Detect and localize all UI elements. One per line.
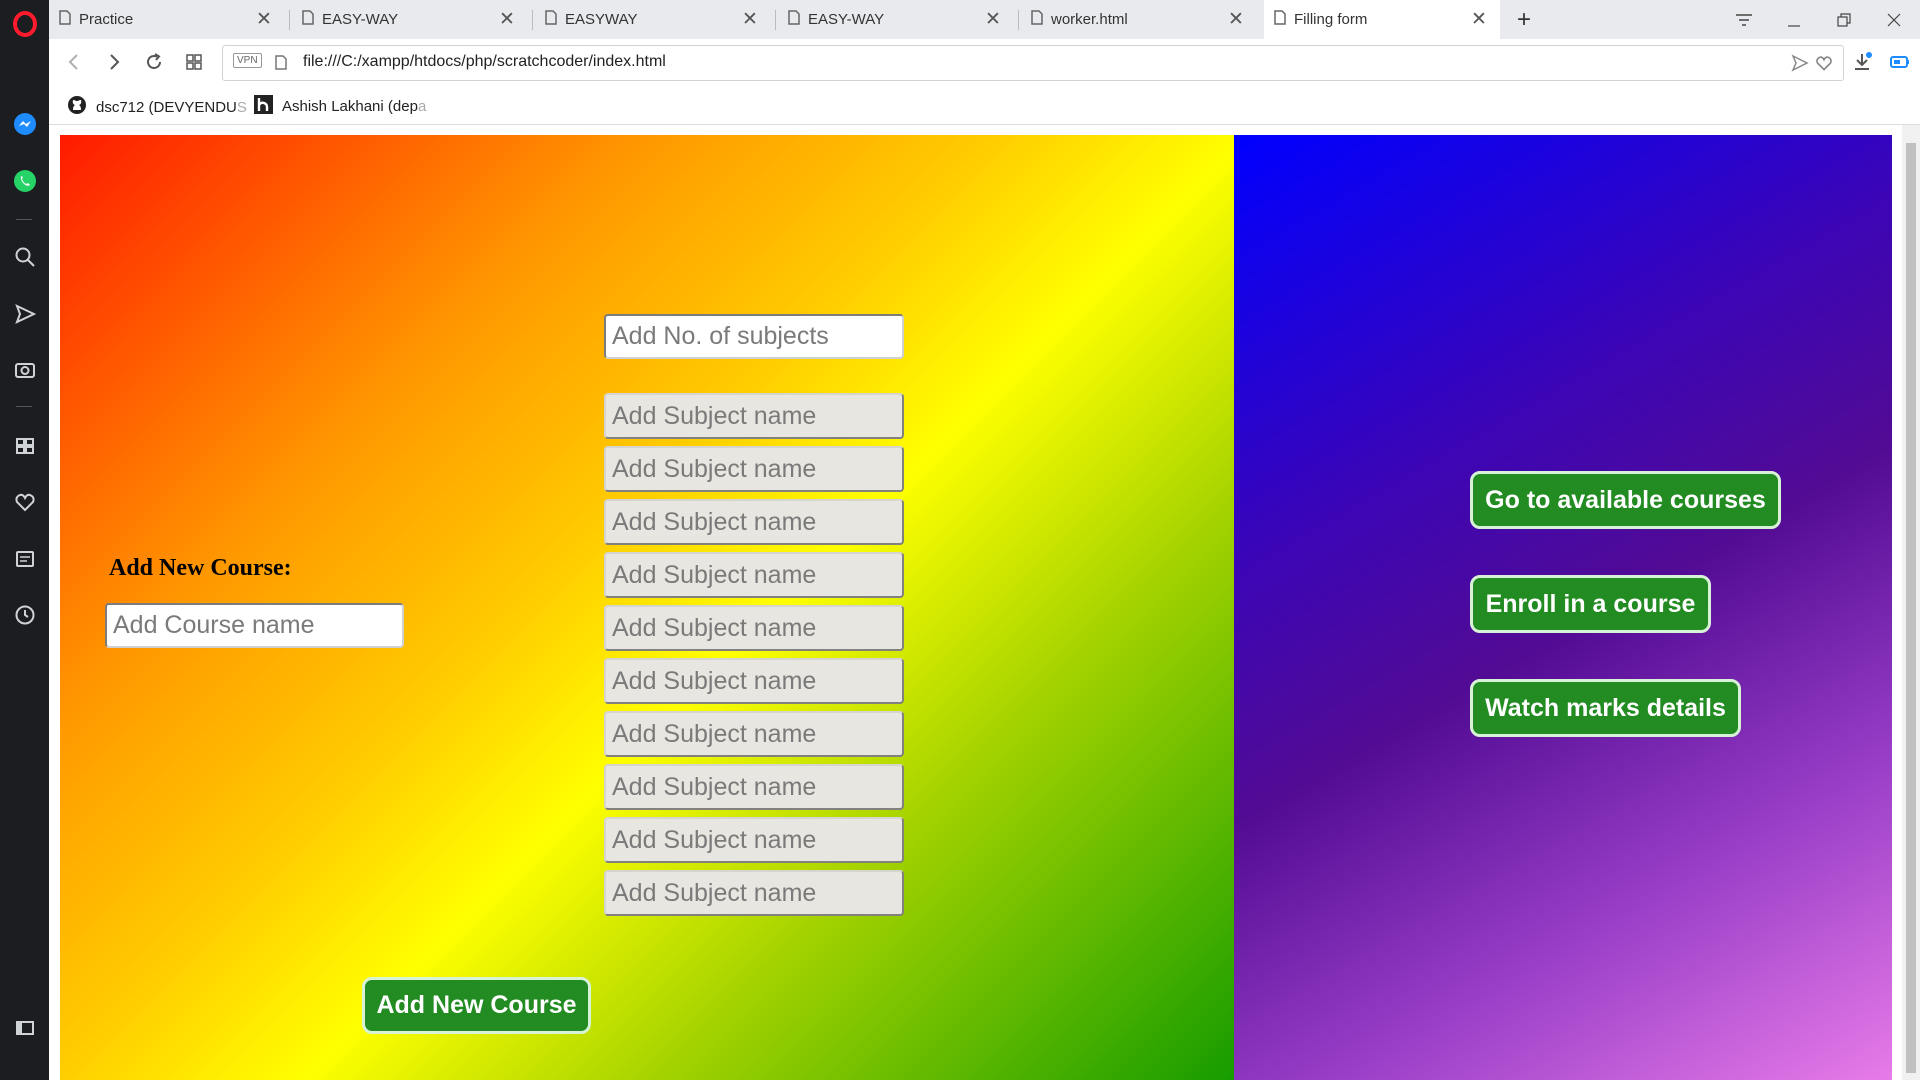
tab-easy-way-2[interactable]: EASY-WAY ✕ bbox=[778, 0, 1014, 39]
close-icon[interactable]: ✕ bbox=[1468, 8, 1490, 31]
send-page-icon[interactable] bbox=[1791, 54, 1809, 77]
battery-saver-icon[interactable] bbox=[1885, 47, 1915, 77]
tab-title: EASYWAY bbox=[565, 11, 638, 28]
page-scrollbar[interactable] bbox=[1902, 125, 1920, 1080]
subject-name-input[interactable] bbox=[604, 658, 904, 704]
document-icon bbox=[545, 10, 557, 29]
watch-marks-button[interactable]: Watch marks details bbox=[1470, 679, 1741, 737]
news-icon[interactable] bbox=[12, 546, 38, 572]
tab-easy-way[interactable]: EASY-WAY ✕ bbox=[292, 0, 528, 39]
subject-name-input[interactable] bbox=[604, 870, 904, 916]
add-new-course-button[interactable]: Add New Course bbox=[362, 977, 591, 1034]
close-icon[interactable]: ✕ bbox=[496, 8, 518, 31]
tab-bar: Practice ✕ EASY-WAY ✕ EASYWAY ✕ EASY-WAY… bbox=[49, 0, 1920, 39]
bookmark-heart-icon[interactable] bbox=[1815, 54, 1833, 77]
subject-name-input[interactable] bbox=[604, 764, 904, 810]
bookmark-label: dsc712 (DEVYENDU bbox=[96, 98, 237, 116]
tab-title: Filling form bbox=[1294, 11, 1368, 28]
subject-name-input[interactable] bbox=[604, 446, 904, 492]
minimize-icon[interactable] bbox=[1774, 0, 1814, 39]
document-icon bbox=[302, 10, 314, 29]
tab-separator bbox=[532, 10, 533, 30]
page-viewport: Add New Course: Add New Course Go to ava… bbox=[49, 125, 1920, 1080]
sidebar-toggle-icon[interactable] bbox=[12, 1015, 38, 1041]
reload-icon[interactable] bbox=[139, 47, 169, 77]
tab-practice[interactable]: Practice ✕ bbox=[49, 0, 285, 39]
tab-title: Practice bbox=[79, 11, 134, 28]
subject-name-input[interactable] bbox=[604, 393, 904, 439]
speed-dial-icon[interactable] bbox=[12, 433, 38, 459]
subject-name-input[interactable] bbox=[604, 817, 904, 863]
url-field[interactable]: VPN file:///C:/xampp/htdocs/php/scratchc… bbox=[222, 45, 1844, 81]
search-icon[interactable] bbox=[12, 244, 38, 270]
bookmark-ashish[interactable]: Ashish Lakhani (dep a bbox=[254, 95, 426, 118]
opera-sidebar bbox=[0, 0, 49, 1080]
tabs-grid-icon[interactable] bbox=[179, 47, 209, 77]
subjects-count-input[interactable] bbox=[604, 314, 904, 359]
download-icon[interactable] bbox=[1847, 47, 1877, 77]
vpn-badge[interactable]: VPN bbox=[233, 53, 262, 68]
heart-icon[interactable] bbox=[12, 489, 38, 515]
back-icon[interactable] bbox=[59, 47, 89, 77]
tab-filling-form[interactable]: Filling form ✕ bbox=[1264, 0, 1500, 39]
close-icon[interactable]: ✕ bbox=[253, 8, 275, 31]
messenger-icon[interactable] bbox=[12, 111, 38, 137]
bookmark-label: Ashish Lakhani (dep bbox=[282, 98, 418, 115]
document-icon bbox=[1031, 10, 1043, 29]
sidebar-separator bbox=[16, 219, 32, 220]
sidebar-separator bbox=[16, 406, 32, 407]
tab-separator bbox=[1018, 10, 1019, 30]
whatsapp-icon[interactable] bbox=[12, 168, 38, 194]
tab-separator bbox=[775, 10, 776, 30]
file-icon bbox=[275, 55, 287, 75]
camera-icon[interactable] bbox=[12, 356, 38, 382]
subject-name-input[interactable] bbox=[604, 711, 904, 757]
send-icon[interactable] bbox=[12, 301, 38, 327]
enroll-course-button[interactable]: Enroll in a course bbox=[1470, 575, 1711, 633]
opera-logo-icon[interactable] bbox=[12, 11, 38, 37]
actions-panel: Go to available courses Enroll in a cour… bbox=[1234, 135, 1892, 1080]
scrollbar-thumb[interactable] bbox=[1906, 143, 1916, 1073]
github-icon bbox=[67, 95, 87, 119]
tab-title: worker.html bbox=[1051, 11, 1128, 28]
document-icon bbox=[1274, 10, 1286, 29]
subject-name-input[interactable] bbox=[604, 552, 904, 598]
tab-separator bbox=[289, 10, 290, 30]
new-tab-plus-icon[interactable]: + bbox=[1504, 0, 1544, 39]
close-icon[interactable]: ✕ bbox=[739, 8, 761, 31]
add-course-panel: Add New Course: Add New Course bbox=[60, 135, 1234, 1080]
address-bar-row: VPN file:///C:/xampp/htdocs/php/scratchc… bbox=[49, 39, 1920, 86]
subject-name-input[interactable] bbox=[604, 499, 904, 545]
window-close-icon[interactable] bbox=[1874, 0, 1914, 39]
tab-title: EASY-WAY bbox=[322, 11, 399, 28]
bookmark-label-fade: a bbox=[417, 98, 427, 115]
bookmark-label-fade: S bbox=[236, 98, 247, 116]
forward-icon[interactable] bbox=[99, 47, 129, 77]
bookmarks-bar: dsc712 (DEVYENDU S Ashish Lakhani (dep a bbox=[49, 86, 1920, 125]
restore-icon[interactable] bbox=[1824, 0, 1864, 39]
close-icon[interactable]: ✕ bbox=[982, 8, 1004, 31]
url-text: file:///C:/xampp/htdocs/php/scratchcoder… bbox=[303, 53, 666, 70]
close-icon[interactable]: ✕ bbox=[1225, 8, 1247, 31]
bookmark-dsc712[interactable]: dsc712 (DEVYENDU S bbox=[67, 95, 247, 119]
tab-title: EASY-WAY bbox=[808, 11, 885, 28]
document-icon bbox=[788, 10, 800, 29]
history-clock-icon[interactable] bbox=[12, 602, 38, 628]
add-course-heading: Add New Course: bbox=[109, 555, 292, 581]
document-icon bbox=[59, 10, 71, 29]
tab-menu-icon[interactable] bbox=[1724, 0, 1764, 39]
course-name-input[interactable] bbox=[105, 603, 404, 648]
hashnode-icon bbox=[254, 95, 273, 118]
subject-name-input[interactable] bbox=[604, 605, 904, 651]
tab-worker[interactable]: worker.html ✕ bbox=[1021, 0, 1257, 39]
go-to-available-courses-button[interactable]: Go to available courses bbox=[1470, 471, 1781, 529]
tab-easyway[interactable]: EASYWAY ✕ bbox=[535, 0, 771, 39]
